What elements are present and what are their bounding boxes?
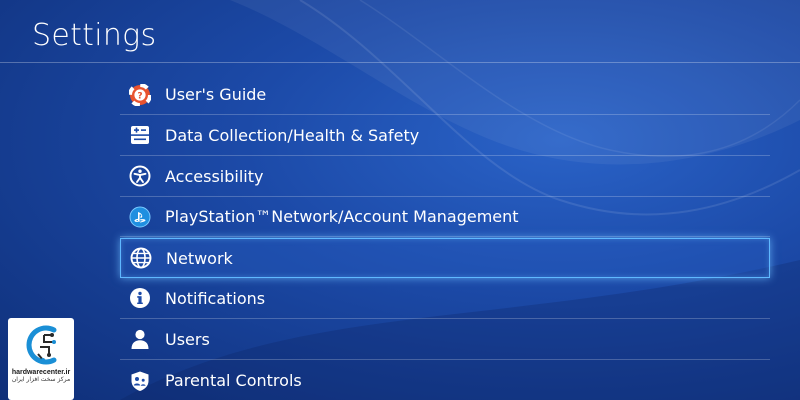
page-title: Settings — [32, 18, 157, 53]
watermark-subtitle: مرکز سخت افزار ایران — [11, 376, 71, 383]
playstation-network-icon — [129, 206, 151, 228]
menu-item-parental-controls[interactable]: Parental Controls — [120, 361, 770, 400]
menu-item-users[interactable]: Users — [120, 320, 770, 360]
menu-item-label: User's Guide — [165, 85, 267, 104]
header: Settings — [0, 0, 800, 63]
info-icon — [129, 287, 151, 309]
lifebuoy-question-icon: ? — [129, 83, 151, 106]
menu-item-accessibility[interactable]: Accessibility — [120, 157, 770, 197]
circuit-logo-icon — [26, 325, 57, 365]
menu-item-label: PlayStation™Network/Account Management — [165, 207, 519, 227]
svg-text:?: ? — [137, 91, 142, 101]
menu-item-notifications[interactable]: Notifications — [120, 279, 770, 319]
menu-item-users-guide[interactable]: ? User's Guide — [120, 75, 770, 115]
health-safety-icon — [129, 124, 151, 146]
menu-item-label: Data Collection/Health & Safety — [165, 125, 420, 145]
header-divider — [0, 62, 800, 63]
watermark-site: hardwarecenter.ir — [11, 369, 71, 376]
menu-item-data-collection-health-safety[interactable]: Data Collection/Health & Safety — [120, 116, 770, 156]
menu-item-label: Users — [165, 329, 210, 349]
settings-menu: ? User's Guide Data Collection/Health & … — [120, 75, 770, 400]
menu-item-label: Parental Controls — [165, 371, 302, 391]
menu-item-network[interactable]: Network — [120, 238, 770, 279]
accessibility-icon — [129, 165, 151, 187]
settings-screen: Settings ? User's Guide Data Collection/… — [0, 0, 800, 400]
menu-item-label: Accessibility — [165, 166, 264, 186]
globe-icon — [130, 247, 152, 269]
menu-item-psn-account-management[interactable]: PlayStation™Network/Account Management — [120, 197, 770, 238]
watermark-logo: hardwarecenter.ir مرکز سخت افزار ایران — [8, 318, 74, 400]
parental-controls-icon — [129, 370, 151, 392]
user-icon — [129, 328, 151, 350]
menu-item-label: Network — [166, 248, 233, 268]
menu-item-label: Notifications — [165, 288, 266, 308]
